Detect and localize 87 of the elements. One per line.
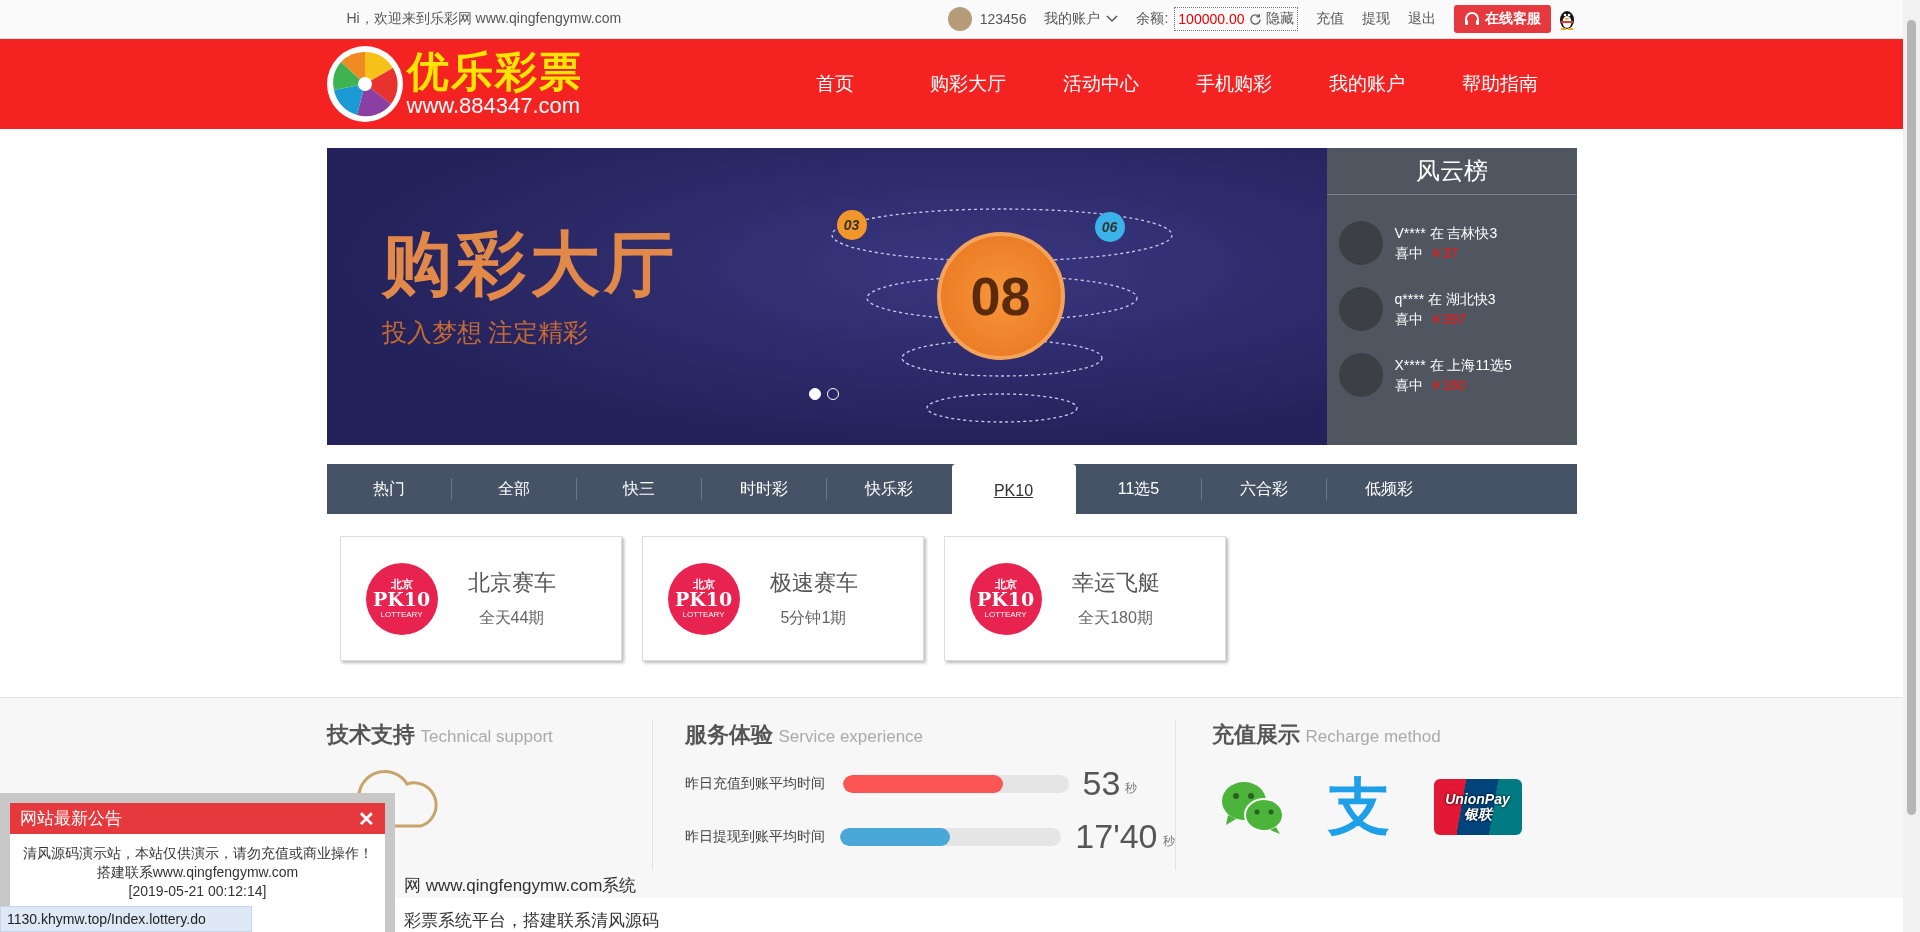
lottery-ball: 06 bbox=[1094, 212, 1125, 242]
category-tab[interactable]: 快乐彩 bbox=[826, 464, 951, 514]
section-subtitle: Service experience bbox=[778, 727, 924, 747]
section-title: 充值展示 bbox=[1211, 721, 1300, 749]
game-name: 幸运飞艇 bbox=[1071, 569, 1160, 597]
close-button[interactable]: ✕ bbox=[358, 806, 375, 831]
notice-title: 网站最新公告 bbox=[20, 808, 122, 830]
lottery-ball: 03 bbox=[836, 210, 867, 240]
win-label: 喜中 bbox=[1394, 244, 1423, 263]
category-tab[interactable]: 全部 bbox=[451, 464, 576, 514]
section-title: 技术支持 bbox=[326, 721, 415, 749]
footer-text: 网 www.qingfengymw.com系统 bbox=[404, 875, 638, 897]
hide-link[interactable]: 隐藏 bbox=[1265, 10, 1294, 28]
win-amount: ￥397 bbox=[1428, 310, 1466, 329]
service-time: 17'40 bbox=[1075, 817, 1158, 856]
nav-link[interactable]: 首页 bbox=[768, 71, 902, 97]
game-card[interactable]: 北京 PK10 LOTTEARY 幸运飞艇 全天180期 bbox=[943, 536, 1226, 661]
user-avatar bbox=[947, 7, 972, 31]
ranking-title: 风云榜 bbox=[1326, 148, 1577, 195]
winner-avatar bbox=[1338, 287, 1383, 331]
winner-text: q**** 在 湖北快3 bbox=[1394, 290, 1496, 309]
pinwheel-logo-icon[interactable] bbox=[326, 46, 403, 122]
game-schedule: 5分钟1期 bbox=[780, 608, 847, 628]
online-service-button[interactable]: 在线客服 bbox=[1453, 5, 1551, 33]
alipay-logo: 支 bbox=[1327, 776, 1390, 838]
top-link[interactable]: 提现 bbox=[1361, 10, 1390, 28]
winner-text: V**** 在 吉林快3 bbox=[1394, 224, 1498, 243]
section-subtitle: Recharge method bbox=[1305, 727, 1441, 747]
game-card[interactable]: 北京 PK10 LOTTEARY 极速赛车 5分钟1期 bbox=[641, 536, 924, 661]
game-name: 极速赛车 bbox=[769, 569, 858, 597]
win-amount: ￥160 bbox=[1428, 376, 1466, 395]
section-title: 服务体验 bbox=[684, 721, 773, 749]
nav-link[interactable]: 帮助指南 bbox=[1433, 71, 1567, 97]
account-menu[interactable]: 我的账户 bbox=[1044, 10, 1119, 28]
service-label: 昨日提现到账平均时间 bbox=[684, 827, 826, 846]
winner-avatar bbox=[1338, 353, 1383, 397]
time-unit: 秒 bbox=[1162, 833, 1175, 850]
game-schedule: 全天180期 bbox=[1078, 608, 1153, 628]
top-link[interactable]: 退出 bbox=[1407, 10, 1436, 28]
service-time: 53 bbox=[1082, 764, 1121, 803]
category-tab[interactable]: 低频彩 bbox=[1326, 464, 1451, 514]
scrollbar-thumb[interactable] bbox=[1907, 20, 1916, 815]
username: 123456 bbox=[979, 11, 1027, 27]
banner-image[interactable]: 购彩大厅 投入梦想 注定精彩 08 03 06 bbox=[326, 148, 1327, 445]
time-unit: 秒 bbox=[1125, 780, 1138, 797]
nav-link[interactable]: 活动中心 bbox=[1034, 71, 1168, 97]
winner-text: X**** 在 上海11选5 bbox=[1394, 356, 1512, 375]
service-label: 昨日充值到账平均时间 bbox=[684, 774, 826, 793]
category-tab[interactable]: 11选5 bbox=[1076, 464, 1201, 514]
winner-avatar bbox=[1338, 221, 1383, 265]
nav-link[interactable]: 购彩大厅 bbox=[901, 71, 1035, 97]
balance-amount: 100000.00 bbox=[1178, 11, 1245, 27]
game-name: 北京赛车 bbox=[467, 569, 556, 597]
game-card[interactable]: 北京 PK10 LOTTEARY 北京赛车 全天44期 bbox=[339, 536, 622, 661]
chevron-down-icon bbox=[1106, 15, 1119, 23]
pk10-logo: 北京 PK10 LOTTEARY bbox=[365, 562, 438, 635]
footer-text: 彩票系统平台，搭建联系清风源码 bbox=[404, 910, 659, 932]
banner-subtitle: 投入梦想 注定精彩 bbox=[381, 317, 590, 348]
carousel-dot[interactable] bbox=[808, 388, 821, 400]
win-label: 喜中 bbox=[1394, 376, 1423, 395]
scrollbar[interactable] bbox=[1903, 0, 1920, 932]
category-tab[interactable]: PK10 bbox=[951, 464, 1076, 514]
chat-bubbles-icon bbox=[1219, 779, 1284, 835]
notice-date: [2019-05-21 00:12:14] bbox=[128, 882, 267, 901]
balance-label: 余额: bbox=[1136, 10, 1169, 28]
headset-icon bbox=[1463, 11, 1480, 27]
top-link[interactable]: 充值 bbox=[1315, 10, 1344, 28]
section-subtitle: Technical support bbox=[420, 727, 553, 747]
pk10-logo: 北京 PK10 LOTTEARY bbox=[969, 562, 1042, 635]
status-url: 1130.khymw.top/Index.lottery.do bbox=[0, 906, 252, 932]
category-tab[interactable]: 六合彩 bbox=[1201, 464, 1326, 514]
game-schedule: 全天44期 bbox=[478, 608, 545, 628]
welcome-text: Hi，欢迎来到乐彩网 www.qingfengymw.com bbox=[346, 10, 622, 28]
logo-url: www.884347.com bbox=[406, 95, 582, 117]
refresh-icon[interactable] bbox=[1248, 12, 1262, 26]
category-tab[interactable]: 时时彩 bbox=[701, 464, 826, 514]
pk10-logo: 北京 PK10 LOTTEARY bbox=[667, 562, 740, 635]
category-tab[interactable]: 快三 bbox=[576, 464, 701, 514]
win-label: 喜中 bbox=[1394, 310, 1423, 329]
logo-name: 优乐彩票 bbox=[406, 51, 583, 93]
nav-link[interactable]: 手机购彩 bbox=[1167, 71, 1301, 97]
nav-link[interactable]: 我的账户 bbox=[1300, 71, 1434, 97]
notice-text: 清风源码演示站，本站仅供演示，请勿充值或商业操作！搭建联系www.qingfengymw.com bbox=[22, 844, 373, 882]
banner-title: 购彩大厅 bbox=[381, 224, 678, 305]
lottery-ball: 08 bbox=[936, 232, 1065, 360]
category-tab[interactable]: 热门 bbox=[326, 464, 451, 514]
win-amount: ￥37 bbox=[1428, 244, 1459, 263]
